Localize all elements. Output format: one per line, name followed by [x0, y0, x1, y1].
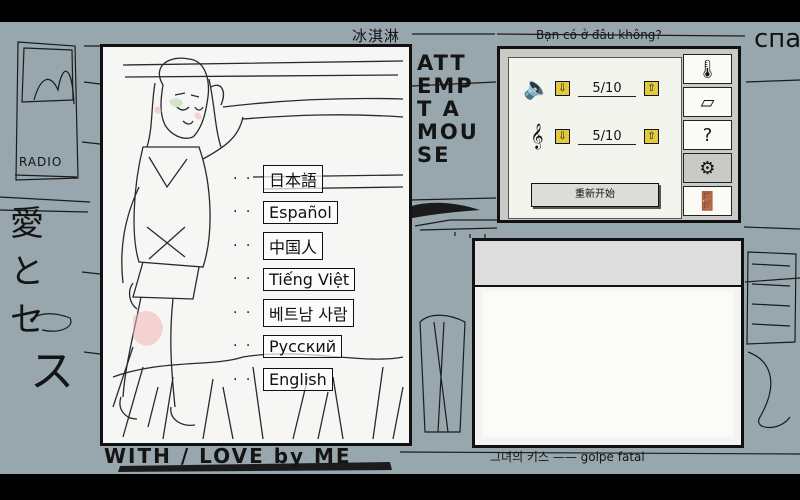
speaker-icon: 🔈 — [523, 76, 551, 101]
game-stage: 冰淇淋 Bạn có ở đâu không? RADIO 愛と セ ス ATT… — [0, 22, 800, 474]
language-label[interactable]: Tiếng Việt — [263, 267, 356, 291]
language-option-vietnamese[interactable]: · · Tiếng Việt — [233, 263, 356, 297]
music-increase-button[interactable]: ⇧ — [644, 129, 659, 144]
language-bullet: · · — [233, 237, 253, 254]
language-label[interactable]: 베트남 사람 — [263, 298, 354, 327]
settings-panel: 🔈 ⇩ 5/10 ⇧ 𝄞 ⇩ 5/10 ⇧ 重新开始 🌡 ▱ ? ⚙ 🚪 — [497, 46, 741, 223]
music-decrease-button[interactable]: ⇩ — [555, 129, 570, 144]
letterbox-top — [0, 0, 800, 22]
language-option-russian[interactable]: · · Русский — [233, 330, 355, 364]
korean-footer-caption: 그녀의 키스 —— golpe fatal — [490, 450, 645, 464]
japanese-text: 愛と セ — [10, 200, 65, 344]
settings-content: 🔈 ⇩ 5/10 ⇧ 𝄞 ⇩ 5/10 ⇧ 重新开始 — [508, 57, 682, 219]
blank-info-panel — [472, 238, 744, 448]
spasibo-vertical-text: спасибо — [754, 24, 800, 54]
language-label[interactable]: Русский — [263, 334, 343, 358]
language-option-korean[interactable]: · · 베트남 사람 — [233, 296, 355, 330]
language-option-spanish[interactable]: · · Español — [233, 196, 355, 230]
language-bullet: · · — [233, 204, 253, 221]
ice-cream-caption: 冰淇淋 — [352, 27, 401, 45]
language-label[interactable]: 日本語 — [263, 164, 324, 193]
language-label[interactable]: English — [263, 368, 333, 392]
vietnamese-caption: Bạn có ở đâu không? — [536, 28, 662, 42]
thermometer-icon[interactable]: 🌡 — [683, 54, 732, 84]
music-value: 5/10 — [578, 129, 636, 145]
treble-clef-icon: 𝄞 — [530, 124, 544, 149]
letterbox-bottom — [0, 474, 800, 500]
restart-button[interactable]: 重新开始 — [531, 183, 659, 207]
japanese-text-line-2: セ — [10, 300, 44, 340]
language-bullet: · · — [233, 338, 253, 355]
language-label[interactable]: 中国人 — [263, 231, 324, 260]
japanese-text-line-1: 愛と — [10, 204, 44, 292]
language-bullet: · · — [233, 170, 253, 187]
question-icon[interactable]: ? — [683, 120, 732, 150]
blank-panel-header — [475, 241, 741, 287]
language-bullet: · · — [233, 371, 253, 388]
paper-icon[interactable]: ▱ — [683, 87, 732, 117]
volume-increase-button[interactable]: ⇧ — [644, 81, 659, 96]
language-bullet: · · — [233, 304, 253, 321]
settings-tabs: 🌡 ▱ ? ⚙ 🚪 — [683, 54, 732, 216]
volume-setting: 🔈 ⇩ 5/10 ⇧ — [519, 76, 659, 101]
attempt-a-mouse-title: ATT EMP T A MOU SE — [417, 51, 479, 167]
volume-value: 5/10 — [578, 81, 636, 97]
radio-label: RADIO — [19, 155, 63, 169]
language-bullet: · · — [233, 271, 253, 288]
language-label[interactable]: Español — [263, 200, 338, 224]
music-setting: 𝄞 ⇩ 5/10 ⇧ — [519, 124, 659, 149]
volume-decrease-button[interactable]: ⇩ — [555, 81, 570, 96]
japanese-su: ス — [30, 346, 74, 397]
language-panel: · · 日本語 · · Español · · 中国人 · · Tiếng Vi… — [100, 44, 412, 446]
language-list: · · 日本語 · · Español · · 中国人 · · Tiếng Vi… — [233, 162, 356, 397]
with-love-by-me-footer: WITH / LOVE by ME — [104, 444, 352, 468]
exit-door-icon[interactable]: 🚪 — [683, 186, 732, 216]
gear-icon[interactable]: ⚙ — [683, 153, 732, 183]
language-option-japanese[interactable]: · · 日本語 — [233, 162, 355, 196]
language-option-english[interactable]: · · English — [233, 363, 355, 397]
blank-panel-content — [483, 291, 733, 437]
language-option-chinese[interactable]: · · 中国人 — [233, 229, 355, 263]
